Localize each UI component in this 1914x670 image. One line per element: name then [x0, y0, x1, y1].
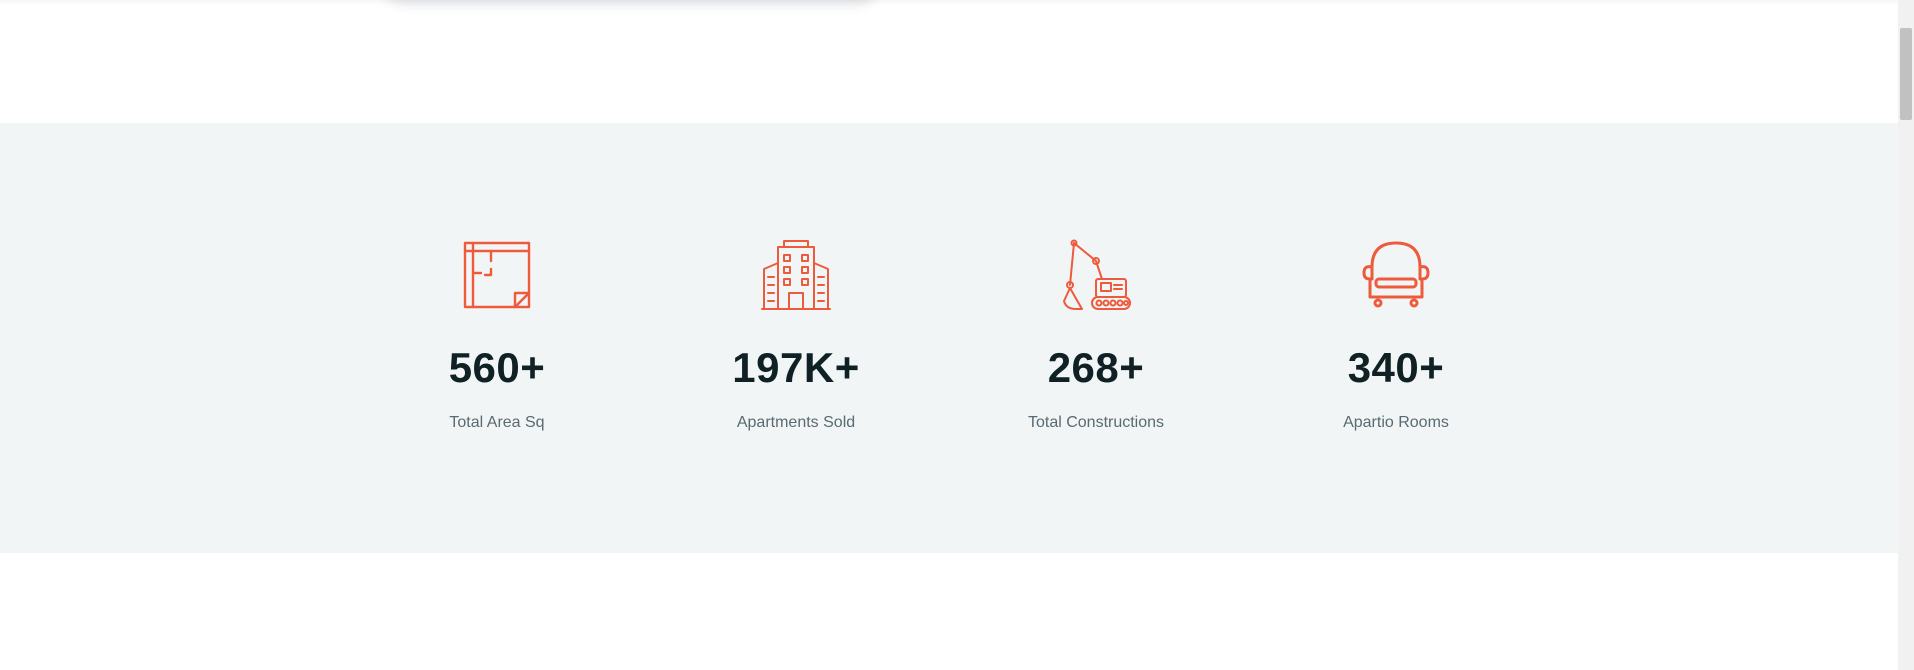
scrollbar-thumb[interactable] [1900, 28, 1912, 120]
stat-total-area: 560+ Total Area Sq [377, 123, 617, 553]
excavator-icon [1060, 239, 1132, 311]
stat-value: 197K+ [732, 344, 860, 391]
page: 560+ Total Area Sq 197K+ Apartments Sold… [0, 0, 1914, 670]
stats-section: 560+ Total Area Sq 197K+ Apartments Sold… [0, 123, 1898, 553]
stat-label: Apartments Sold [736, 414, 856, 431]
stat-label: Apartio Rooms [1343, 414, 1449, 431]
stat-value: 268+ [1047, 344, 1145, 391]
building-icon [760, 239, 832, 311]
header-shadow [0, 0, 1898, 6]
stat-total-constructions: 268+ Total Constructions [976, 123, 1216, 553]
stat-label: Total Constructions [1027, 414, 1165, 431]
floor-plan-icon [461, 239, 533, 311]
stat-value: 340+ [1347, 344, 1445, 391]
stat-apartments-sold: 197K+ Apartments Sold [676, 123, 916, 553]
stat-apartio-rooms: 340+ Apartio Rooms [1276, 123, 1516, 553]
armchair-icon [1360, 239, 1432, 311]
stat-value: 560+ [448, 344, 546, 391]
stat-label: Total Area Sq [449, 414, 545, 431]
